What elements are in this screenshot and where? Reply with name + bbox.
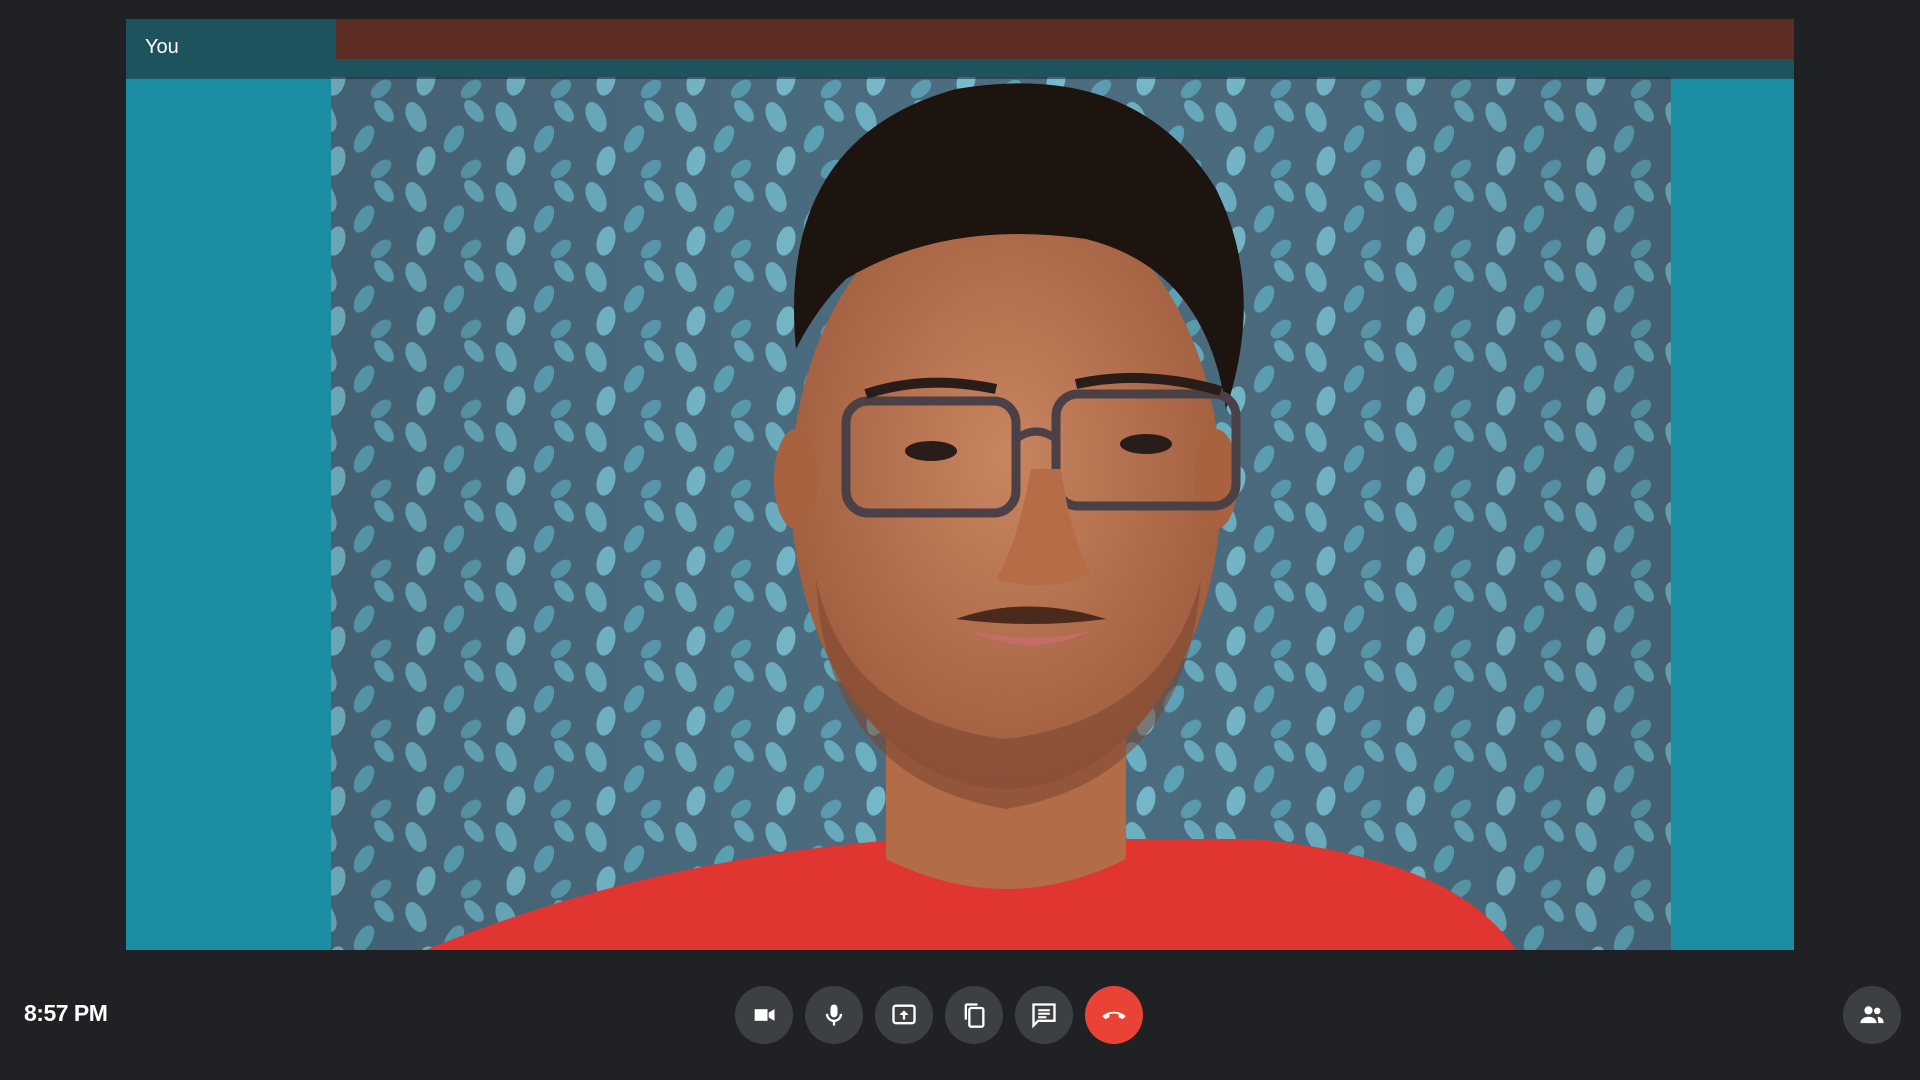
camera-button[interactable]	[735, 986, 793, 1044]
microphone-button[interactable]	[805, 986, 863, 1044]
people-icon	[1860, 1006, 1884, 1024]
share-screen-button[interactable]	[875, 986, 933, 1044]
copy-icon	[964, 1003, 985, 1028]
end-call-button[interactable]	[1085, 986, 1143, 1044]
call-controls	[735, 986, 1143, 1044]
microphone-icon	[825, 1004, 843, 1026]
chat-icon	[1032, 1003, 1056, 1029]
copy-link-button[interactable]	[945, 986, 1003, 1044]
video-camera-icon	[754, 1009, 775, 1021]
chat-button[interactable]	[1015, 986, 1073, 1044]
camera-feed-image	[126, 19, 1794, 950]
participant-name: You	[145, 36, 179, 58]
hang-up-icon	[1102, 1011, 1126, 1020]
participant-name-bar: You	[126, 19, 1794, 79]
present-screen-icon	[892, 1004, 916, 1025]
video-tile: You	[126, 19, 1794, 950]
participants-button[interactable]	[1843, 986, 1901, 1044]
meeting-clock: 8:57 PM	[24, 1000, 108, 1026]
